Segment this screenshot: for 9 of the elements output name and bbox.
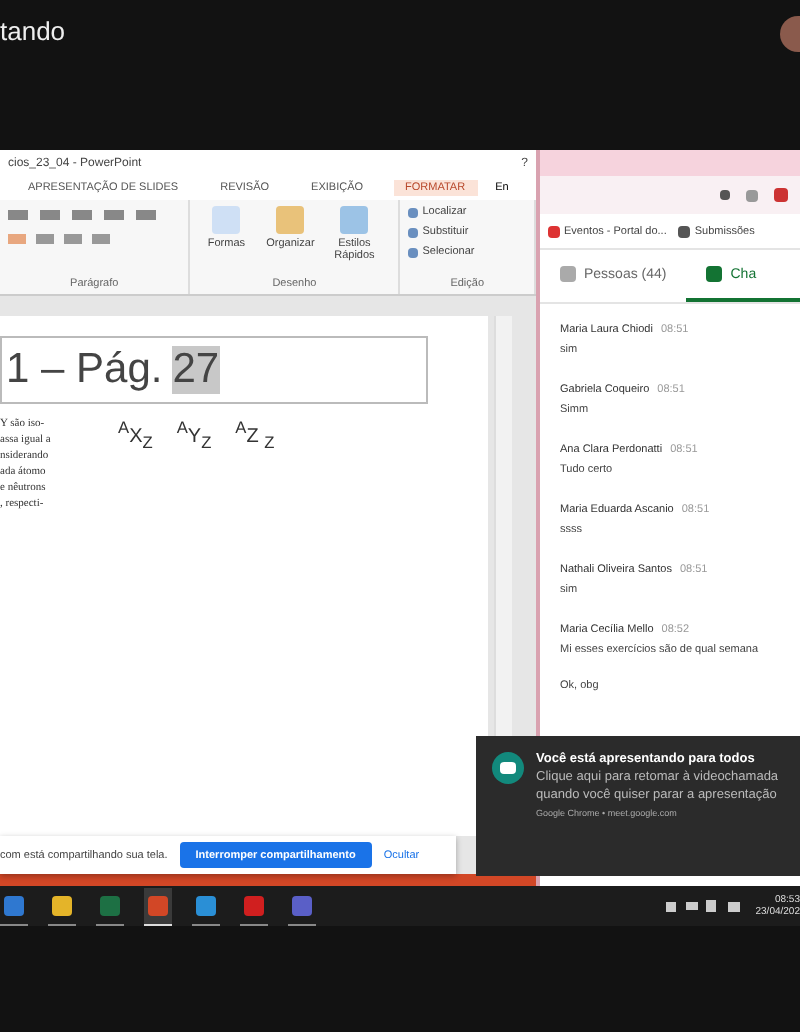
isotope-symbol: $^{A}$Z $_{Z}$ <box>235 426 275 448</box>
meet-icon <box>492 752 524 784</box>
system-tray-icons[interactable] <box>665 898 746 914</box>
selected-text: 27 <box>172 346 220 394</box>
slide-title: 1 – Pág. <box>6 346 163 394</box>
isotope-symbol: $^{A}$X$_{Z}$ <box>118 426 153 448</box>
meeting-title: tando <box>0 16 66 46</box>
avatar[interactable] <box>780 16 800 52</box>
isotope-symbol: $^{A}$Y$_{Z}$ <box>176 426 212 448</box>
